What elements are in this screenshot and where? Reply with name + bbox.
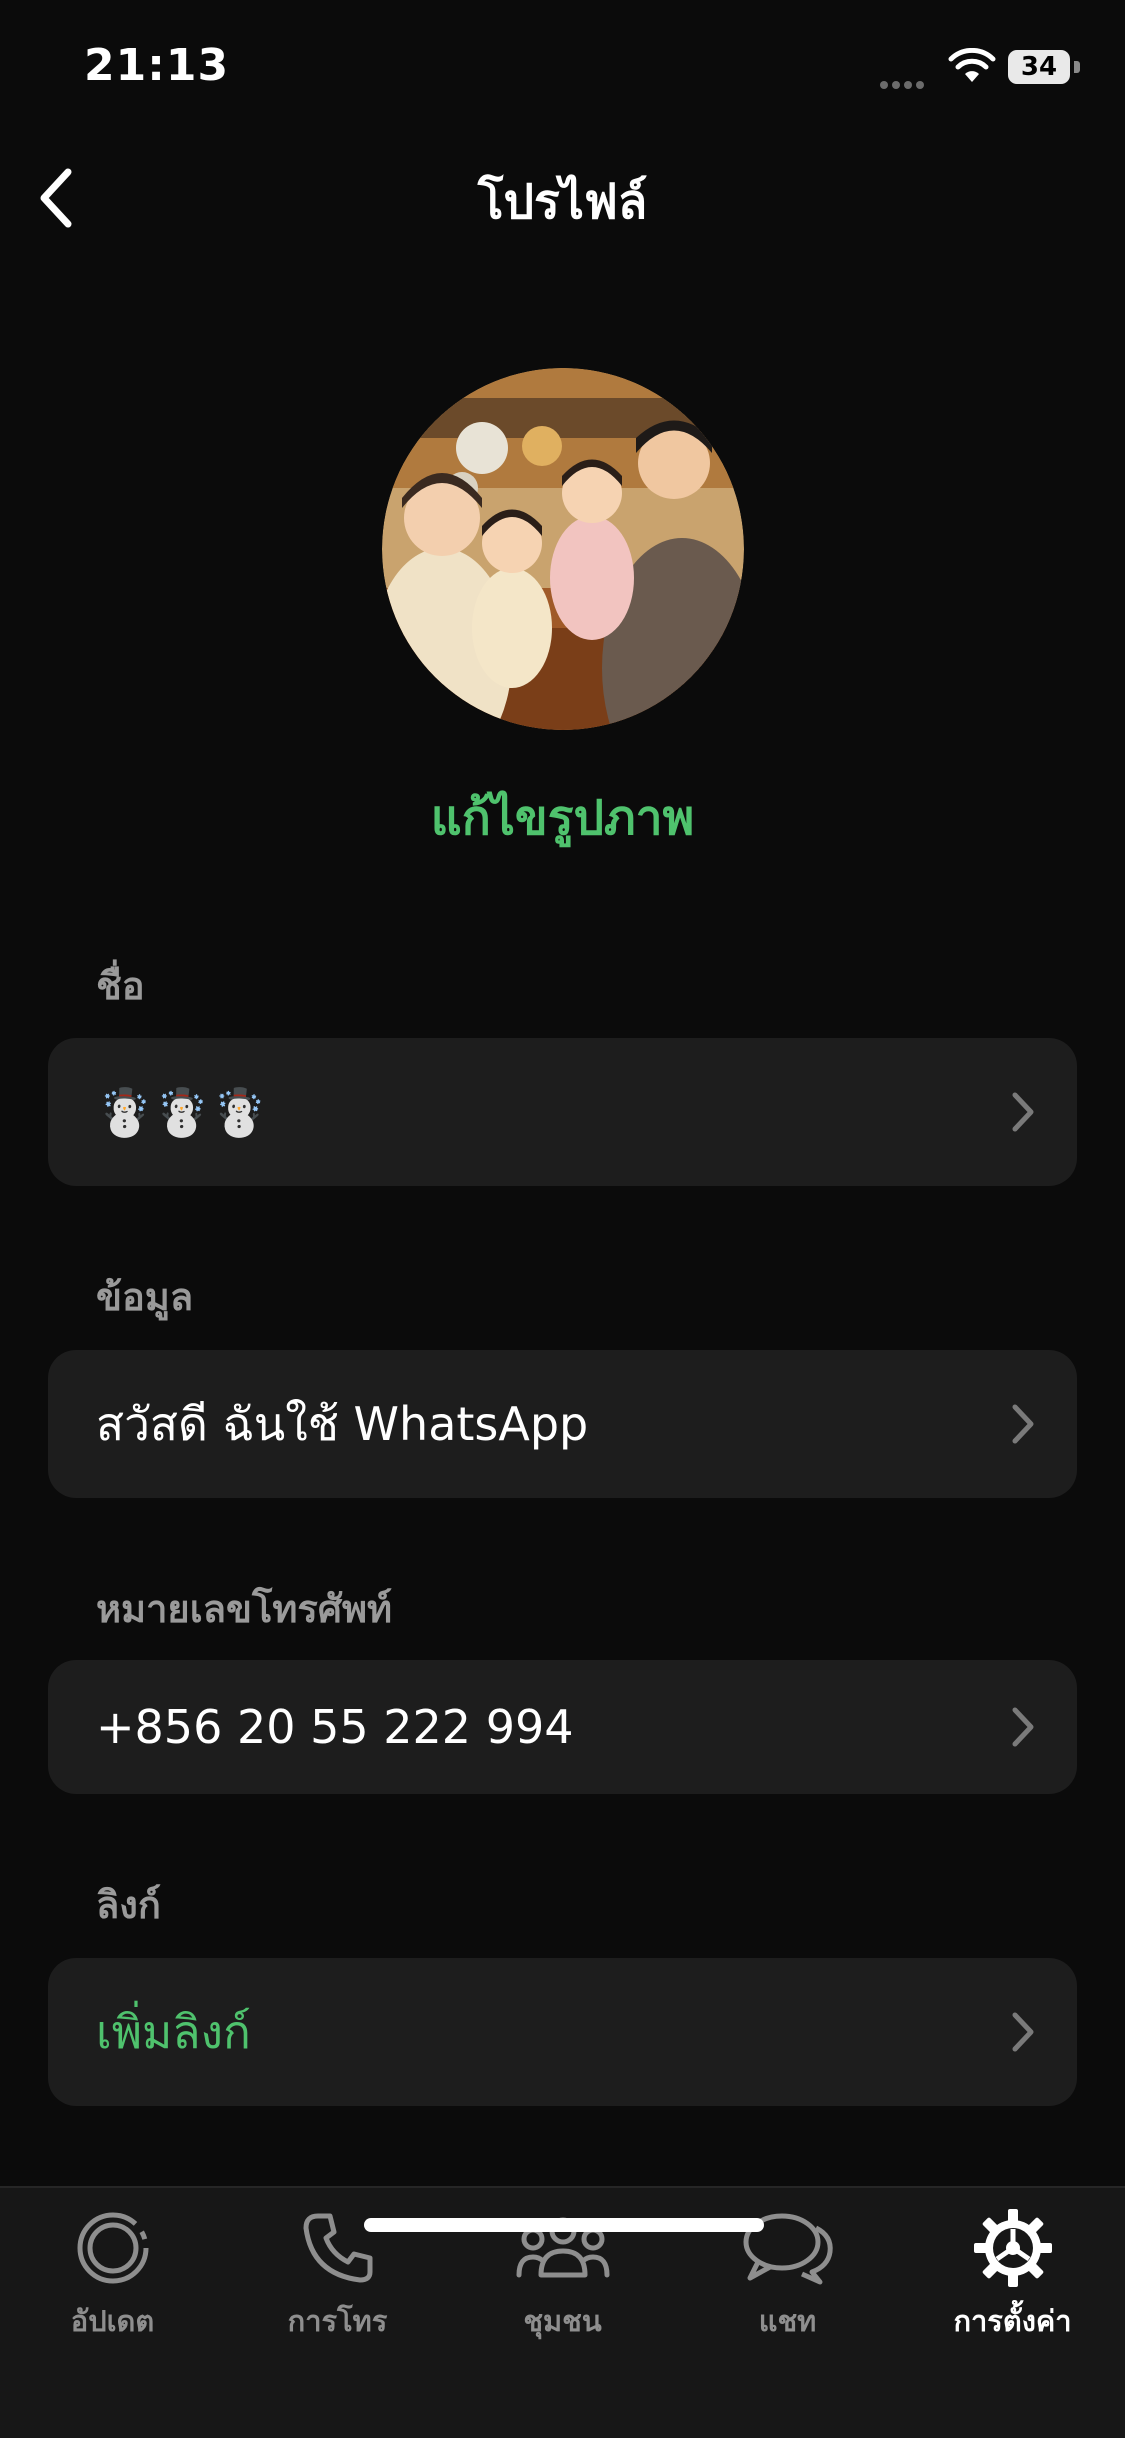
updates-icon (65, 2206, 161, 2290)
chevron-right-icon (1012, 1404, 1034, 1444)
name-value: ☃️☃️☃️ (96, 1084, 268, 1139)
profile-illustration (382, 368, 744, 730)
battery-level: 34 (1008, 50, 1070, 84)
chevron-right-icon (1012, 1092, 1034, 1132)
about-value: สวัสดี ฉันใช้ WhatsApp (96, 1396, 589, 1451)
profile-photo[interactable] (382, 368, 744, 730)
name-row[interactable]: ☃️☃️☃️ (48, 1038, 1077, 1186)
tab-chats-label: แชท (758, 2304, 817, 2338)
name-label: ชื่อ (96, 964, 145, 1008)
tab-settings-label: การตั้งค่า (953, 2304, 1072, 2338)
tab-updates[interactable]: อัปเดต (0, 2206, 225, 2356)
page-title: โปรไฟล์ (477, 174, 648, 230)
edit-photo-button[interactable]: แก้ไขรูปภาพ (0, 780, 1125, 856)
add-link-row[interactable]: เพิ่มลิงก์ (48, 1958, 1077, 2106)
tab-calls-label: การโทร (287, 2304, 388, 2338)
battery-icon: 34 (1008, 50, 1080, 86)
tab-settings[interactable]: การตั้งค่า (900, 2206, 1125, 2356)
wifi-icon (948, 48, 996, 82)
chevron-right-icon (1012, 1707, 1034, 1747)
phone-row[interactable]: +856 20 55 222 994 (48, 1660, 1077, 1794)
about-row[interactable]: สวัสดี ฉันใช้ WhatsApp (48, 1350, 1077, 1498)
settings-icon (965, 2206, 1061, 2290)
navigation-bar: โปรไฟล์ (0, 140, 1125, 250)
add-link-value: เพิ่มลิงก์ (96, 2004, 251, 2059)
tab-updates-label: อัปเดต (70, 2304, 155, 2338)
phone-label: หมายเลขโทรศัพท์ (96, 1587, 393, 1631)
tab-communities-label: ชุมชน (523, 2304, 602, 2338)
phone-value: +856 20 55 222 994 (96, 1700, 574, 1754)
about-label: ข้อมูล (96, 1275, 194, 1319)
cellular-signal-icon (880, 74, 936, 89)
status-time: 21:13 (84, 40, 230, 91)
links-label: ลิงก์ (96, 1883, 161, 1927)
chevron-right-icon (1012, 2012, 1034, 2052)
status-bar: 21:13 34 (0, 0, 1125, 140)
home-indicator (364, 2218, 764, 2232)
